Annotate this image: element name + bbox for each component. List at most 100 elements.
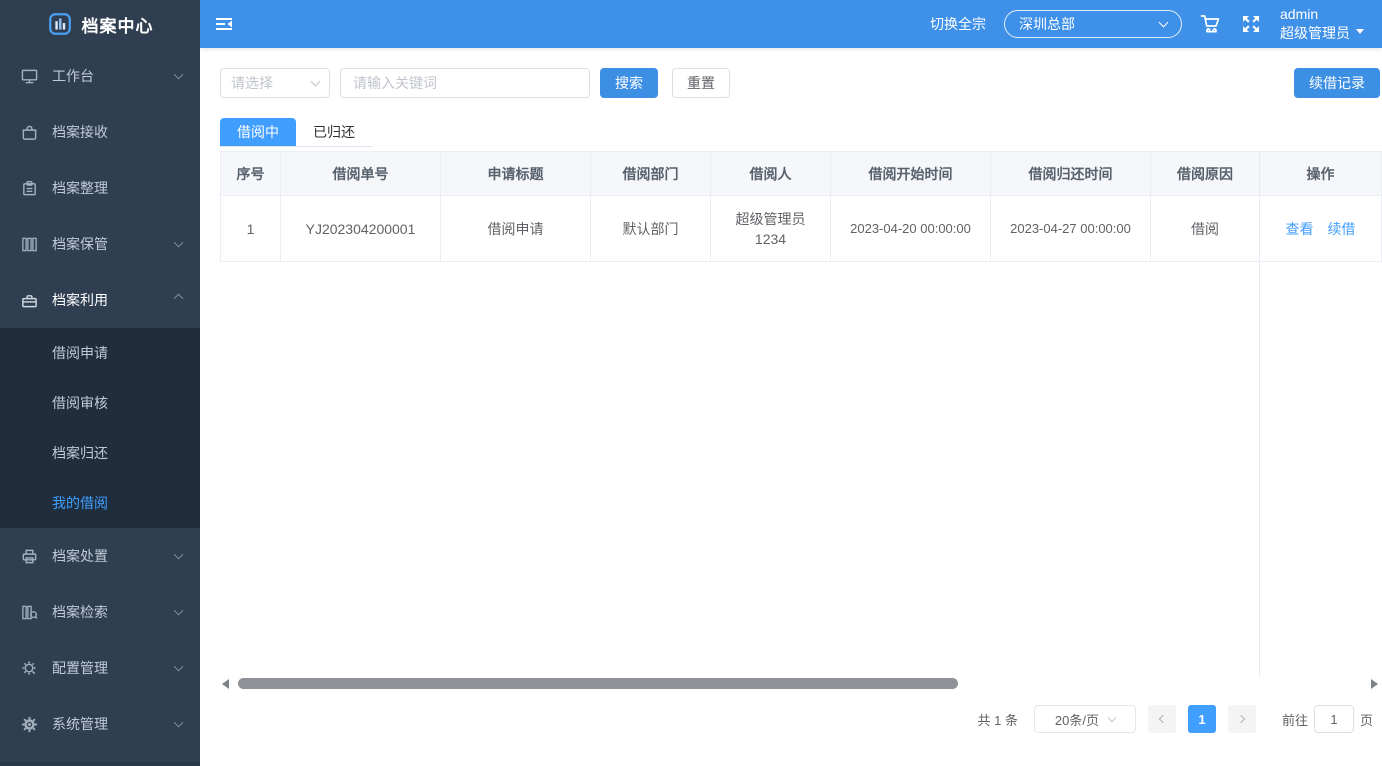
cell-borrower: 超级管理员1234 xyxy=(711,196,831,262)
column-header-title: 申请标题 xyxy=(441,152,591,196)
sidebar-item-archive-arrange[interactable]: 档案整理 xyxy=(0,160,200,216)
sidebar-item-system-management[interactable]: 系统管理 xyxy=(0,696,200,752)
cell-return-time: 2023-04-27 00:00:00 xyxy=(991,196,1151,262)
cell-department: 默认部门 xyxy=(591,196,711,262)
config-gear-icon xyxy=(20,659,38,677)
pagination: 共 1 条 20条/页 1 前往 页 xyxy=(220,705,1373,733)
sidebar-item-label: 工作台 xyxy=(52,66,94,86)
sidebar-item-archive-usage[interactable]: 档案利用 xyxy=(0,272,200,328)
sidebar-item-label: 档案检索 xyxy=(52,602,108,622)
search-button[interactable]: 搜索 xyxy=(600,68,658,98)
column-header-return-time: 借阅归还时间 xyxy=(991,152,1151,196)
next-page-button[interactable] xyxy=(1228,705,1256,733)
prev-page-button[interactable] xyxy=(1148,705,1176,733)
column-header-order-no: 借阅单号 xyxy=(281,152,441,196)
scroll-left-arrow-icon[interactable] xyxy=(222,679,229,689)
chevron-up-icon xyxy=(174,294,184,304)
sidebar-item-workbench[interactable]: 工作台 xyxy=(0,48,200,104)
archive-logo-icon xyxy=(47,11,73,37)
user-role: 超级管理员 xyxy=(1280,24,1350,43)
horizontal-scrollbar xyxy=(220,678,1380,690)
menu-collapse-icon[interactable] xyxy=(216,16,236,32)
sidebar-item-archive-receive[interactable]: 档案接收 xyxy=(0,104,200,160)
chevron-down-icon xyxy=(174,550,184,560)
submenu-item-label: 借阅申请 xyxy=(52,343,108,363)
switch-fonds-label: 切换全宗 xyxy=(930,14,986,34)
current-page-button[interactable]: 1 xyxy=(1188,705,1216,733)
cell-title: 借阅申请 xyxy=(441,196,591,262)
sidebar-item-label: 档案整理 xyxy=(52,178,108,198)
tab-label: 借阅中 xyxy=(237,122,279,142)
clipboard-icon xyxy=(20,179,38,197)
monitor-icon xyxy=(20,67,38,85)
sidebar-item-config-management[interactable]: 配置管理 xyxy=(0,640,200,696)
chevron-down-icon xyxy=(174,238,184,248)
user-menu[interactable]: admin 超级管理员 xyxy=(1280,5,1364,43)
app-logo: 档案中心 xyxy=(0,0,200,48)
reset-button[interactable]: 重置 xyxy=(672,68,730,98)
printer-icon xyxy=(20,547,38,565)
topbar-right: 切换全宗 深圳总部 admin 超级管理员 xyxy=(930,5,1364,43)
renew-link[interactable]: 续借 xyxy=(1327,221,1355,237)
page-size-select[interactable]: 20条/页 xyxy=(1034,705,1136,733)
shelf-icon xyxy=(20,235,38,253)
cell-start-time: 2023-04-20 00:00:00 xyxy=(831,196,991,262)
main-area: 切换全宗 深圳总部 admin 超级管理员 xyxy=(200,0,1382,766)
sidebar-item-label: 档案保管 xyxy=(52,234,108,254)
column-header-start-time: 借阅开始时间 xyxy=(831,152,991,196)
sidebar-item-label: 档案处置 xyxy=(52,546,108,566)
chevron-down-icon xyxy=(174,662,184,672)
scroll-right-arrow-icon[interactable] xyxy=(1371,679,1378,689)
sidebar-bottom-edge xyxy=(0,762,200,766)
submenu-item-borrow-apply[interactable]: 借阅申请 xyxy=(0,328,200,378)
submenu-item-archive-return[interactable]: 档案归还 xyxy=(0,428,200,478)
archive-search-icon xyxy=(20,603,38,621)
chevron-down-icon xyxy=(174,70,184,80)
topbar: 切换全宗 深圳总部 admin 超级管理员 xyxy=(200,0,1382,48)
keyword-input[interactable] xyxy=(340,68,590,98)
tab-borrowing[interactable]: 借阅中 xyxy=(220,118,296,146)
column-header-index: 序号 xyxy=(221,152,281,196)
cell-index: 1 xyxy=(221,196,281,262)
filter-field-select[interactable]: 请选择 xyxy=(220,68,330,98)
gear-icon xyxy=(20,715,38,733)
filter-row: 请选择 搜索 重置 续借记录 xyxy=(220,68,1382,98)
borrow-table-wrapper: 序号 借阅单号 申请标题 借阅部门 借阅人 借阅开始时间 借阅归还时间 借阅原因… xyxy=(220,151,1382,692)
chevron-left-icon xyxy=(1159,715,1167,723)
fullscreen-icon[interactable] xyxy=(1240,13,1262,35)
chevron-down-icon xyxy=(1108,714,1116,722)
filter-select-placeholder: 请选择 xyxy=(231,73,312,93)
org-select-value: 深圳总部 xyxy=(1019,14,1160,34)
app-title: 档案中心 xyxy=(82,12,154,37)
page-unit-label: 页 xyxy=(1360,710,1373,729)
username: admin xyxy=(1280,5,1350,24)
fixed-column-divider xyxy=(1259,151,1260,678)
chevron-down-icon xyxy=(174,606,184,616)
sidebar-item-archive-storage[interactable]: 档案保管 xyxy=(0,216,200,272)
borrow-table: 序号 借阅单号 申请标题 借阅部门 借阅人 借阅开始时间 借阅归还时间 借阅原因… xyxy=(220,151,1382,262)
page-size-value: 20条/页 xyxy=(1055,710,1099,729)
sidebar-item-label: 档案利用 xyxy=(52,290,108,310)
submenu-item-borrow-review[interactable]: 借阅审核 xyxy=(0,378,200,428)
tab-returned[interactable]: 已归还 xyxy=(296,118,372,146)
cart-icon[interactable] xyxy=(1200,13,1222,35)
goto-page-input[interactable] xyxy=(1314,705,1354,733)
sidebar: 档案中心 工作台 档案接收 档案整理 档案保管 档案利用 xyxy=(0,0,200,766)
table-row: 1 YJ202304200001 借阅申请 默认部门 超级管理员1234 202… xyxy=(221,196,1382,262)
cell-reason: 借阅 xyxy=(1151,196,1260,262)
chevron-right-icon xyxy=(1237,715,1245,723)
status-tabs: 借阅中 已归还 xyxy=(220,118,372,147)
submenu-item-label: 我的借阅 xyxy=(52,493,108,513)
scrollbar-thumb[interactable] xyxy=(238,678,958,689)
submenu-item-my-borrow[interactable]: 我的借阅 xyxy=(0,478,200,528)
org-select[interactable]: 深圳总部 xyxy=(1004,10,1182,38)
column-header-borrower: 借阅人 xyxy=(711,152,831,196)
sidebar-item-archive-disposal[interactable]: 档案处置 xyxy=(0,528,200,584)
renew-records-button[interactable]: 续借记录 xyxy=(1294,68,1380,98)
view-link[interactable]: 查看 xyxy=(1286,221,1314,237)
sidebar-item-archive-search[interactable]: 档案检索 xyxy=(0,584,200,640)
column-header-actions: 操作 xyxy=(1260,152,1382,196)
submenu-item-label: 借阅审核 xyxy=(52,393,108,413)
chevron-down-icon xyxy=(311,77,321,87)
table-header-row: 序号 借阅单号 申请标题 借阅部门 借阅人 借阅开始时间 借阅归还时间 借阅原因… xyxy=(221,152,1382,196)
